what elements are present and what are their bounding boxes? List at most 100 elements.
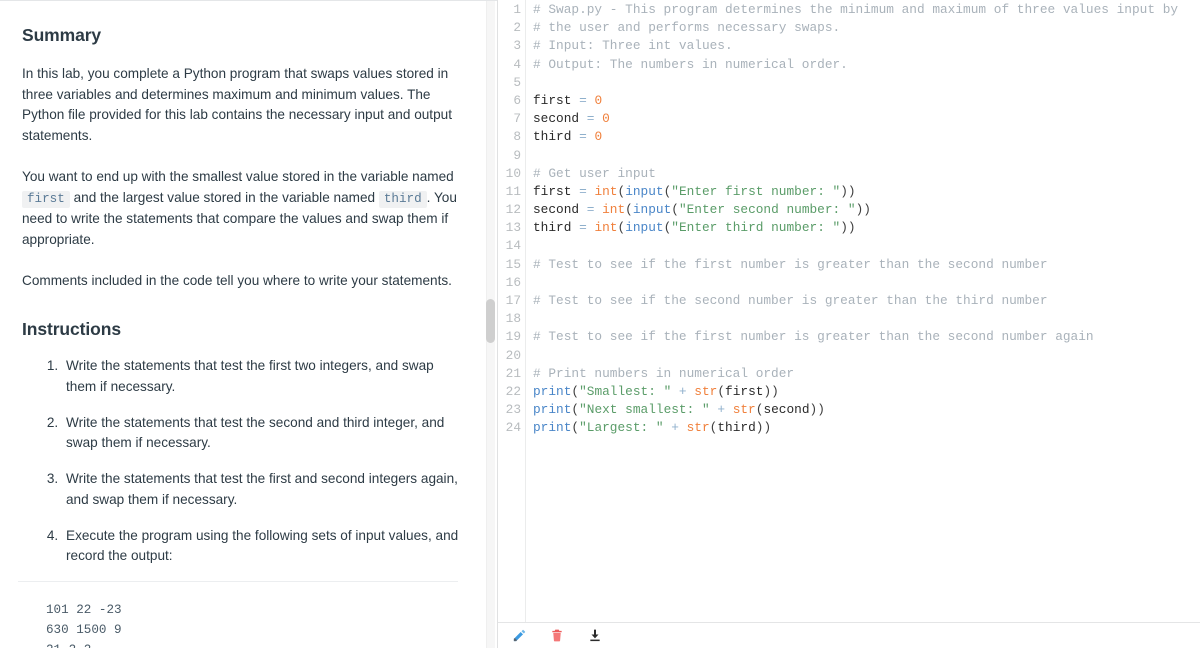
code-token-str: "Enter third number: " — [671, 220, 841, 236]
code-line[interactable] — [533, 147, 1200, 165]
line-number: 9 — [513, 147, 521, 163]
instruction-list: Write the statements that test the first… — [22, 356, 465, 567]
code-line[interactable]: # the user and performs necessary swaps. — [533, 19, 1200, 37]
code-line[interactable]: third = int(input("Enter third number: "… — [533, 219, 1200, 237]
line-number: 5 — [513, 74, 521, 90]
code-line[interactable]: # Swap.py - This program determines the … — [533, 1, 1200, 19]
instruction-item: Write the statements that test the first… — [62, 356, 465, 397]
lab-page: Summary In this lab, you complete a Pyth… — [0, 0, 1200, 648]
code-token-op: = — [571, 220, 595, 236]
code-line[interactable]: print("Smallest: " + str(first)) — [533, 383, 1200, 401]
line-number: 13 — [505, 220, 521, 236]
code-token-com: # Test to see if the first number is gre… — [533, 329, 1094, 345]
edit-pencil-icon[interactable] — [508, 626, 530, 646]
summary-paragraph-2-text-b: and the largest value stored in the vari… — [69, 189, 379, 205]
code-line[interactable] — [533, 310, 1200, 328]
instruction-item: Execute the program using the following … — [62, 526, 465, 567]
code-line[interactable] — [533, 274, 1200, 292]
code-line[interactable] — [533, 74, 1200, 92]
code-token-op: = — [579, 111, 603, 127]
code-token-pun: )) — [855, 202, 871, 218]
delete-trash-icon[interactable] — [546, 626, 568, 646]
download-icon[interactable] — [584, 626, 606, 646]
code-token-com: # Swap.py - This program determines the … — [533, 2, 1179, 17]
code-token-pun: ( — [671, 202, 679, 218]
code-line[interactable]: third = 0 — [533, 128, 1200, 146]
code-token-fn: print — [533, 402, 572, 418]
code-token-com: # Print numbers in numerical order — [533, 365, 795, 381]
code-token-var: second — [763, 402, 810, 418]
code-token-num: 0 — [602, 111, 610, 127]
code-line[interactable]: # Test to see if the first number is gre… — [533, 256, 1200, 274]
code-token-pun: ( — [571, 420, 580, 436]
code-line[interactable]: second = 0 — [533, 110, 1200, 128]
code-token-pun: )) — [840, 220, 856, 236]
code-token-fn: print — [533, 420, 572, 436]
code-token-fn: print — [533, 383, 572, 399]
code-token-com: # Input: Three int values. — [533, 38, 733, 54]
code-line[interactable]: # Test to see if the first number is gre… — [533, 328, 1200, 346]
code-token-com: # the user and performs necessary swaps. — [533, 20, 841, 36]
code-token-kw: str — [732, 402, 756, 418]
code-token-com: # Output: The numbers in numerical order… — [533, 56, 848, 72]
code-token-var: third — [533, 129, 572, 145]
line-number: 18 — [505, 311, 521, 327]
code-line[interactable]: # Test to see if the second number is gr… — [533, 292, 1200, 310]
line-number: 19 — [505, 329, 521, 345]
code-token-pun: ( — [571, 402, 580, 418]
code-token-op: = — [579, 202, 603, 218]
code-token-var: second — [533, 111, 580, 127]
code-token-op: + — [709, 402, 733, 418]
code-token-var: third — [717, 420, 756, 436]
code-line[interactable]: second = int(input("Enter second number:… — [533, 201, 1200, 219]
code-line[interactable]: # Get user input — [533, 165, 1200, 183]
code-token-var: first — [533, 92, 572, 108]
line-number: 17 — [505, 293, 521, 308]
code-token-str: "Enter second number: " — [678, 202, 856, 218]
code-token-num: 0 — [594, 92, 603, 108]
inline-code-first: first — [22, 190, 70, 208]
code-line[interactable]: # Output: The numbers in numerical order… — [533, 56, 1200, 74]
code-line[interactable]: # Print numbers in numerical order — [533, 365, 1200, 383]
code-line[interactable]: first = int(input("Enter first number: "… — [533, 183, 1200, 201]
code-token-com: # Test to see if the first number is gre… — [533, 256, 1048, 272]
line-number: 7 — [513, 111, 521, 127]
instructions-panel: Summary In this lab, you complete a Pyth… — [0, 0, 497, 648]
line-number: 4 — [513, 56, 521, 72]
code-token-com: # Test to see if the second number is gr… — [533, 293, 1048, 308]
code-token-str: "Largest: " — [579, 420, 664, 436]
code-token-op: = — [571, 183, 595, 199]
code-line[interactable]: print("Largest: " + str(third)) — [533, 419, 1200, 437]
code-token-pun: ( — [571, 383, 580, 399]
code-token-str: "Next smallest: " — [579, 402, 710, 418]
code-line[interactable] — [533, 237, 1200, 255]
code-line[interactable]: # Input: Three int values. — [533, 37, 1200, 55]
summary-paragraph-1: In this lab, you complete a Python progr… — [22, 66, 452, 144]
editor-toolbar — [498, 622, 1200, 648]
line-number: 12 — [505, 202, 521, 218]
code-token-kw: str — [686, 420, 710, 436]
code-token-pun: )) — [763, 383, 779, 399]
line-number: 2 — [513, 20, 521, 36]
summary-heading: Summary — [22, 25, 102, 45]
instructions-content: Summary In this lab, you complete a Pyth… — [0, 1, 489, 648]
line-number: 15 — [505, 256, 521, 272]
code-editor[interactable]: 1 2 3 4 5 6 7 8 9 10 11 12 13 14 15 16 17 18 19 20 21 22 23 24 … — [498, 0, 1200, 622]
code-editor-panel: 1 2 3 4 5 6 7 8 9 10 11 12 13 14 15 16 17 18 19 20 21 22 23 24 … — [497, 0, 1200, 648]
line-number: 16 — [505, 274, 521, 290]
code-token-op: + — [663, 420, 687, 436]
code-line[interactable]: first = 0 — [533, 92, 1200, 110]
line-number: 3 — [513, 38, 521, 54]
summary-paragraph-2-text-a: You want to end up with the smallest val… — [22, 168, 454, 184]
line-number: 23 — [505, 402, 521, 418]
code-token-op: = — [571, 129, 595, 145]
code-line[interactable]: print("Next smallest: " + str(second)) — [533, 401, 1200, 419]
summary-paragraph-3: Comments included in the code tell you w… — [22, 272, 452, 288]
code-token-pun: )) — [755, 420, 772, 436]
code-token-op: = — [571, 92, 595, 108]
summary-paragraph-2: You want to end up with the smallest val… — [22, 167, 465, 251]
code-token-com: # Get user input — [533, 165, 656, 181]
left-panel-scrollbar-thumb[interactable] — [486, 299, 495, 343]
code-text-area[interactable]: # Swap.py - This program determines the … — [526, 0, 1200, 622]
code-line[interactable] — [533, 347, 1200, 365]
